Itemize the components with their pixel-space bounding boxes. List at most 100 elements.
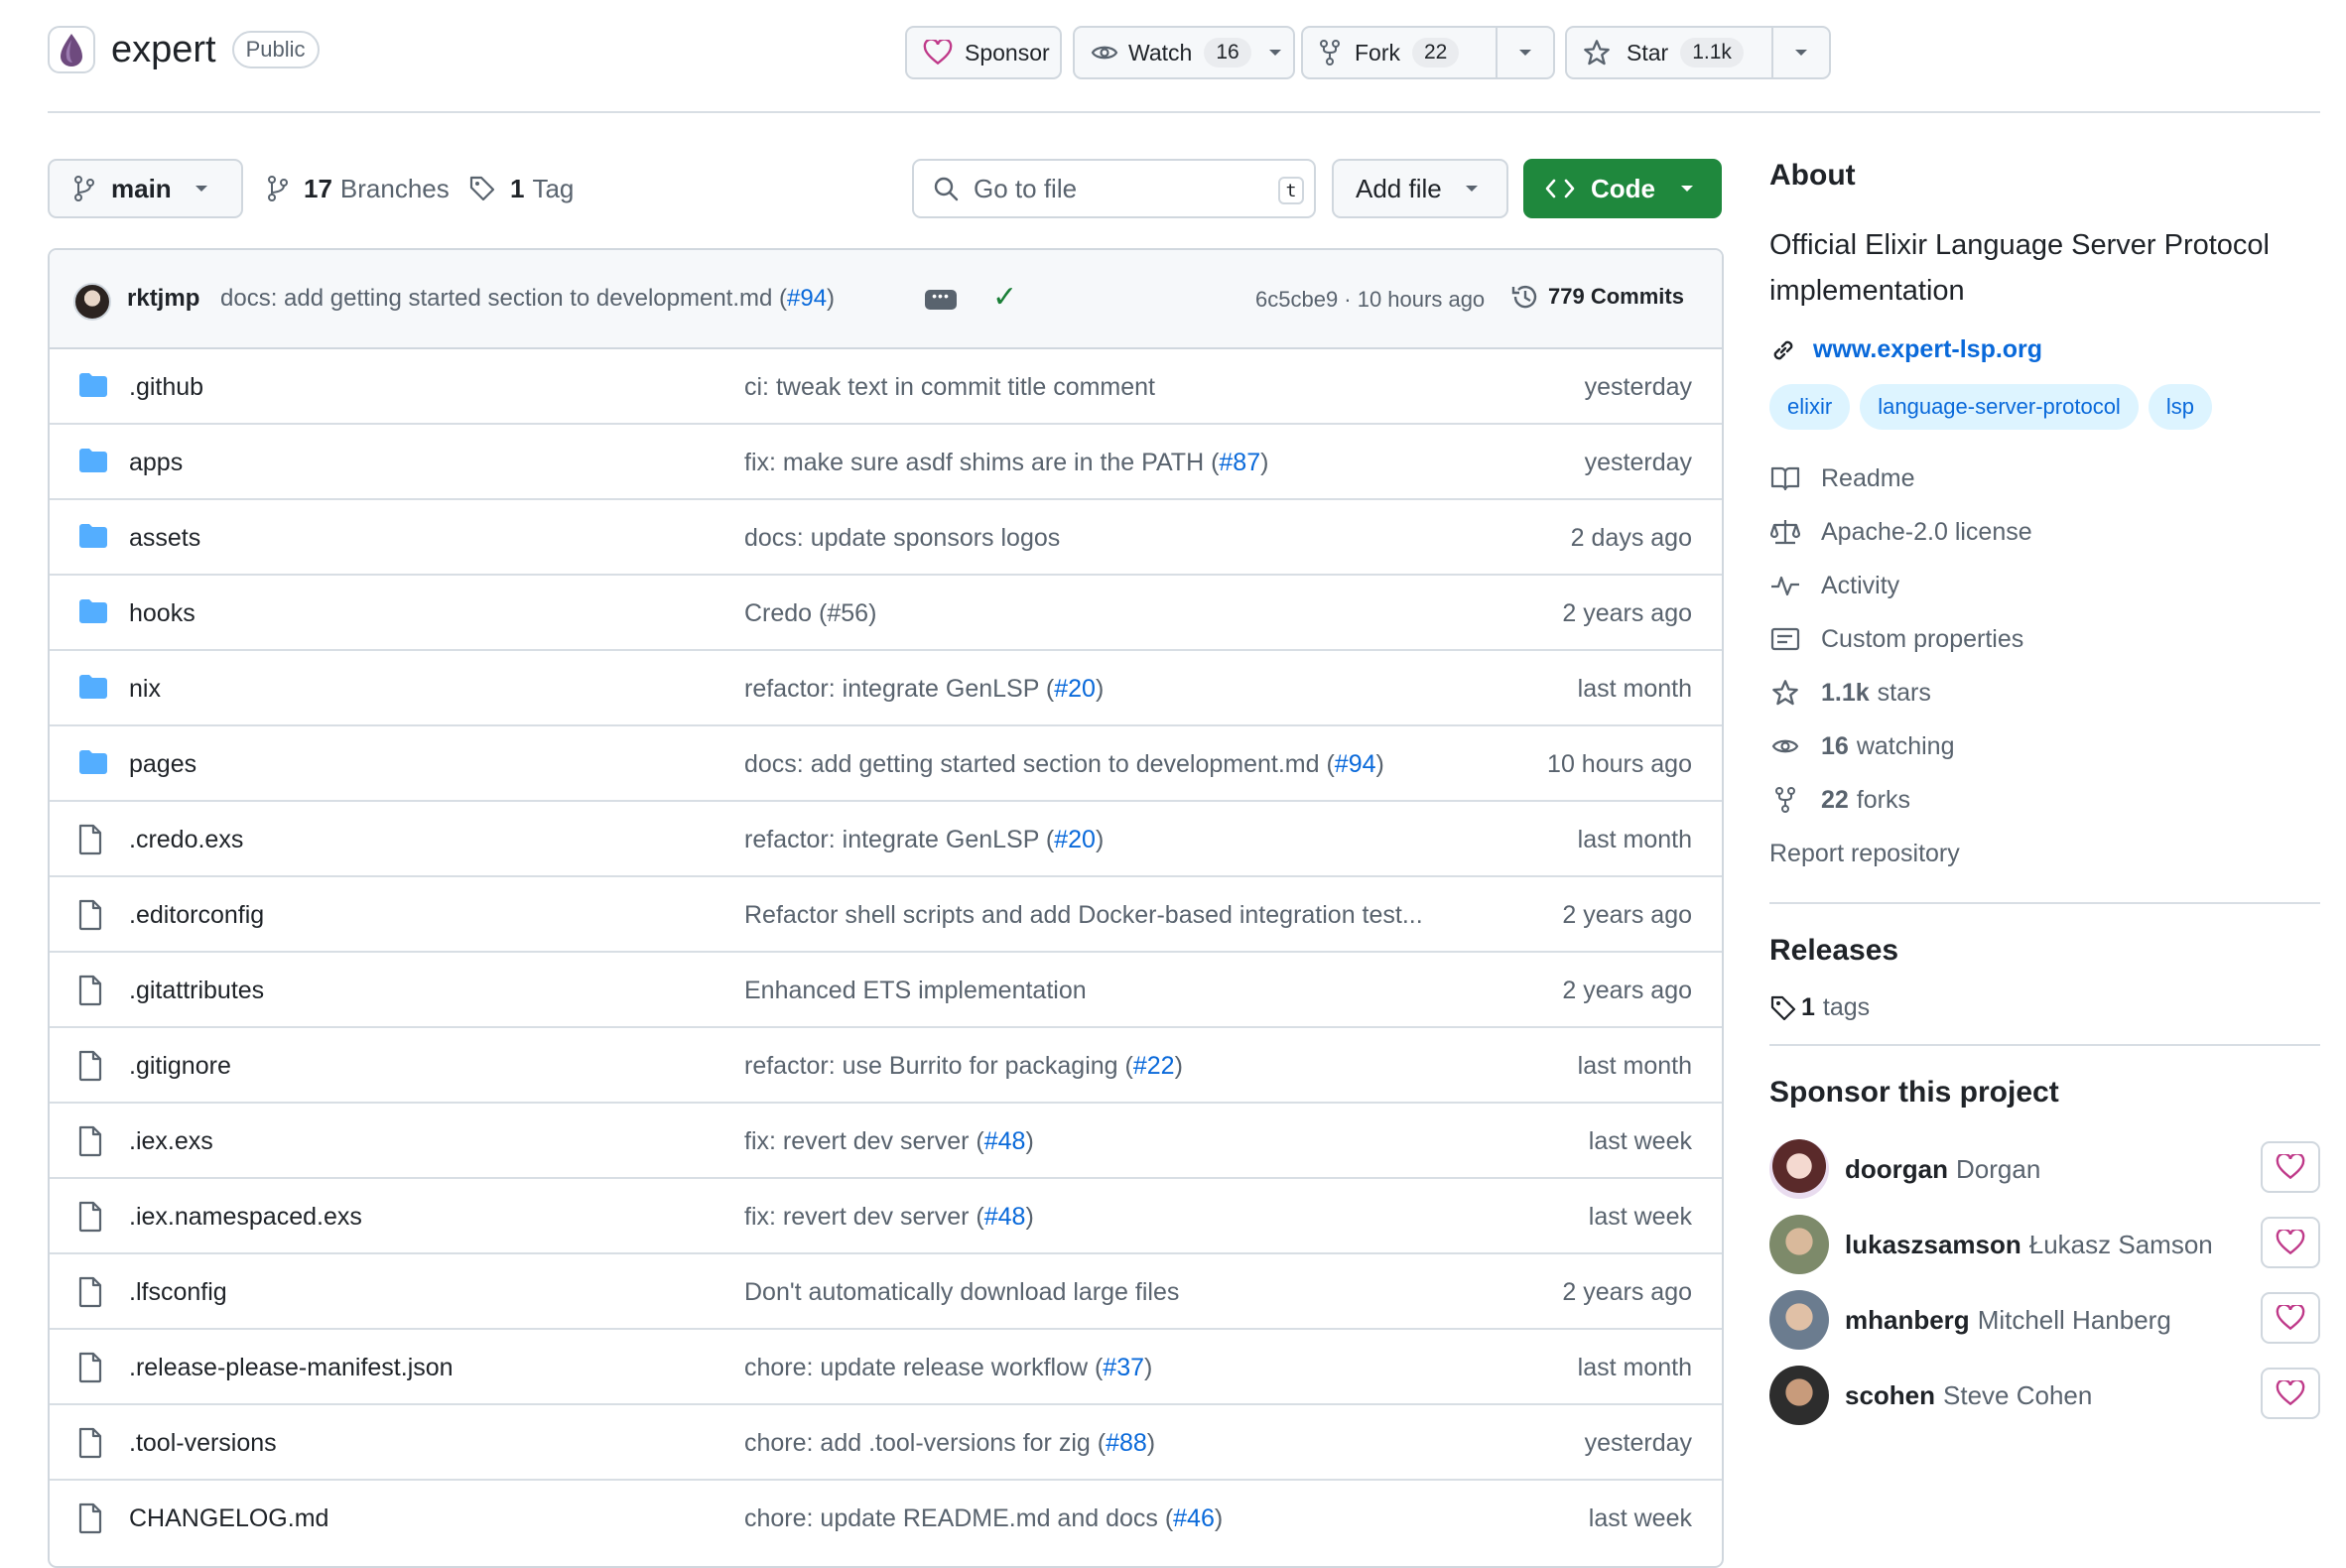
avatar[interactable] bbox=[1769, 1139, 1829, 1199]
file-commit-message[interactable]: docs: update sponsors logos bbox=[744, 524, 1060, 553]
file-commit-message[interactable]: refactor: integrate GenLSP (#20) bbox=[744, 675, 1104, 704]
watching-link[interactable]: 16 watching bbox=[1769, 719, 2320, 773]
custom-properties-link[interactable]: Custom properties bbox=[1769, 612, 2320, 666]
license-link[interactable]: Apache-2.0 license bbox=[1769, 505, 2320, 559]
file-name[interactable]: .lfsconfig bbox=[129, 1278, 227, 1307]
file-commit-message[interactable]: Enhanced ETS implementation bbox=[744, 977, 1087, 1005]
sponsor-heart-button[interactable] bbox=[2261, 1368, 2320, 1419]
table-row[interactable]: .gitignore refactor: use Burrito for pack… bbox=[50, 1028, 1722, 1104]
file-commit-date: last week bbox=[1588, 1127, 1692, 1155]
file-commit-message[interactable]: Refactor shell scripts and add Docker-ba… bbox=[744, 901, 1423, 930]
file-commit-message[interactable]: chore: update release workflow (#37) bbox=[744, 1354, 1152, 1382]
sponsor-heading[interactable]: Sponsor this project bbox=[1769, 1076, 2320, 1110]
table-row[interactable]: .credo.exs refactor: integrate GenLSP (#2… bbox=[50, 802, 1722, 877]
table-row[interactable]: pages docs: add getting started section t… bbox=[50, 726, 1722, 802]
chevron-down-icon[interactable] bbox=[1267, 48, 1283, 58]
file-name[interactable]: .tool-versions bbox=[129, 1429, 277, 1458]
commit-message[interactable]: docs: add getting started section to dev… bbox=[220, 285, 835, 313]
avatar[interactable] bbox=[1769, 1366, 1829, 1425]
file-name[interactable]: hooks bbox=[129, 599, 196, 628]
watch-button[interactable]: Watch 16 bbox=[1073, 26, 1295, 79]
file-name[interactable]: assets bbox=[129, 524, 200, 553]
file-name[interactable]: .iex.exs bbox=[129, 1127, 213, 1156]
activity-link[interactable]: Activity bbox=[1769, 559, 2320, 612]
file-commit-message[interactable]: ci: tweak text in commit title comment bbox=[744, 373, 1155, 402]
table-row[interactable]: .tool-versions chore: add .tool-versions … bbox=[50, 1405, 1722, 1481]
releases-heading[interactable]: Releases bbox=[1769, 934, 2320, 968]
sponsor-login[interactable]: doorgan bbox=[1845, 1154, 1948, 1185]
avatar[interactable] bbox=[1769, 1290, 1829, 1350]
table-row[interactable]: .release-please-manifest.json chore: upda… bbox=[50, 1330, 1722, 1405]
file-name[interactable]: .editorconfig bbox=[129, 901, 264, 930]
file-commit-message[interactable]: refactor: use Burrito for packaging (#22… bbox=[744, 1052, 1183, 1081]
star-button[interactable]: Star 1.1k bbox=[1567, 28, 1771, 77]
file-commit-message[interactable]: fix: revert dev server (#48) bbox=[744, 1127, 1034, 1156]
table-row[interactable]: hooks Credo (#56) 2 years ago bbox=[50, 576, 1722, 651]
fork-dropdown[interactable] bbox=[1496, 28, 1553, 77]
file-commit-message[interactable]: chore: add .tool-versions for zig (#88) bbox=[744, 1429, 1155, 1458]
file-name[interactable]: .gitignore bbox=[129, 1052, 231, 1081]
file-commit-message[interactable]: fix: revert dev server (#48) bbox=[744, 1203, 1034, 1232]
commit-sha-time[interactable]: 6c5cbe9 · 10 hours ago bbox=[1255, 287, 1485, 313]
sponsor-login[interactable]: mhanberg bbox=[1845, 1305, 1970, 1336]
file-commit-message[interactable]: Credo (#56) bbox=[744, 599, 876, 628]
file-name[interactable]: CHANGELOG.md bbox=[129, 1504, 328, 1533]
avatar[interactable] bbox=[73, 283, 111, 321]
release-tags-link[interactable]: 1 tags bbox=[1769, 993, 2320, 1022]
topic-tag[interactable]: language-server-protocol bbox=[1860, 384, 2139, 430]
file-commit-message[interactable]: docs: add getting started section to dev… bbox=[744, 750, 1384, 779]
repo-identity: expert Public bbox=[48, 26, 320, 73]
table-row[interactable]: .iex.namespaced.exs fix: revert dev serve… bbox=[50, 1179, 1722, 1254]
table-row[interactable]: CHANGELOG.md chore: update README.md and … bbox=[50, 1481, 1722, 1556]
ellipsis-button[interactable]: ••• bbox=[925, 289, 957, 310]
code-button[interactable]: Code bbox=[1523, 159, 1722, 218]
star-dropdown[interactable] bbox=[1771, 28, 1829, 77]
table-row[interactable]: apps fix: make sure asdf shims are in the… bbox=[50, 425, 1722, 500]
file-name[interactable]: .credo.exs bbox=[129, 826, 243, 854]
sponsor-login[interactable]: lukaszsamson bbox=[1845, 1230, 2021, 1260]
table-row[interactable]: nix refactor: integrate GenLSP (#20) last … bbox=[50, 651, 1722, 726]
table-row[interactable]: .github ci: tweak text in commit title co… bbox=[50, 349, 1722, 425]
file-name[interactable]: pages bbox=[129, 750, 196, 779]
file-commit-message[interactable]: refactor: integrate GenLSP (#20) bbox=[744, 826, 1104, 854]
go-to-file-input[interactable]: Go to file t bbox=[912, 159, 1316, 218]
sponsor-login[interactable]: scohen bbox=[1845, 1380, 1935, 1411]
elixir-drop-icon bbox=[61, 34, 82, 66]
readme-link[interactable]: Readme bbox=[1769, 452, 2320, 505]
sponsor-button[interactable]: Sponsor bbox=[905, 26, 1062, 79]
stars-link[interactable]: 1.1k stars bbox=[1769, 666, 2320, 719]
file-name[interactable]: nix bbox=[129, 675, 161, 704]
branches-link[interactable]: 17 Branches bbox=[266, 169, 450, 208]
table-row[interactable]: .editorconfig Refactor shell scripts and … bbox=[50, 877, 1722, 953]
file-name[interactable]: .gitattributes bbox=[129, 977, 264, 1005]
file-commit-message[interactable]: fix: make sure asdf shims are in the PAT… bbox=[744, 449, 1268, 477]
file-name[interactable]: .release-please-manifest.json bbox=[129, 1354, 454, 1382]
file-commit-message[interactable]: chore: update README.md and docs (#46) bbox=[744, 1504, 1223, 1533]
file-commit-message[interactable]: Don't automatically download large files bbox=[744, 1278, 1179, 1307]
repo-owner-avatar[interactable] bbox=[48, 26, 95, 73]
topic-tag[interactable]: lsp bbox=[2148, 384, 2212, 430]
add-file-button[interactable]: Add file bbox=[1332, 159, 1508, 218]
file-name[interactable]: .github bbox=[129, 373, 203, 402]
table-row[interactable]: .lfsconfig Don't automatically download l… bbox=[50, 1254, 1722, 1330]
table-row[interactable]: .iex.exs fix: revert dev server (#48) last… bbox=[50, 1104, 1722, 1179]
sponsor-heart-button[interactable] bbox=[2261, 1141, 2320, 1193]
commits-history-link[interactable]: 779 Commits bbox=[1510, 282, 1684, 312]
table-row[interactable]: assets docs: update sponsors logos 2 days … bbox=[50, 500, 1722, 576]
sponsor-heart-button[interactable] bbox=[2261, 1217, 2320, 1268]
avatar[interactable] bbox=[1769, 1215, 1829, 1274]
sponsor-heart-button[interactable] bbox=[2261, 1292, 2320, 1344]
table-row[interactable]: .gitattributes Enhanced ETS implementatio… bbox=[50, 953, 1722, 1028]
forks-link[interactable]: 22 forks bbox=[1769, 773, 2320, 827]
topic-tag[interactable]: elixir bbox=[1769, 384, 1851, 430]
branch-selector[interactable]: main bbox=[48, 159, 243, 218]
report-repository-link[interactable]: Report repository bbox=[1769, 827, 2320, 880]
repo-name[interactable]: expert bbox=[111, 29, 216, 71]
fork-button[interactable]: Fork 22 bbox=[1303, 28, 1496, 77]
check-icon[interactable]: ✓ bbox=[992, 280, 1017, 315]
website-link[interactable]: www.expert-lsp.org bbox=[1769, 335, 2320, 364]
tags-link[interactable]: 1 Tag bbox=[468, 169, 574, 208]
file-name[interactable]: apps bbox=[129, 449, 183, 477]
commit-author[interactable]: rktjmp bbox=[127, 285, 199, 313]
file-name[interactable]: .iex.namespaced.exs bbox=[129, 1203, 362, 1232]
